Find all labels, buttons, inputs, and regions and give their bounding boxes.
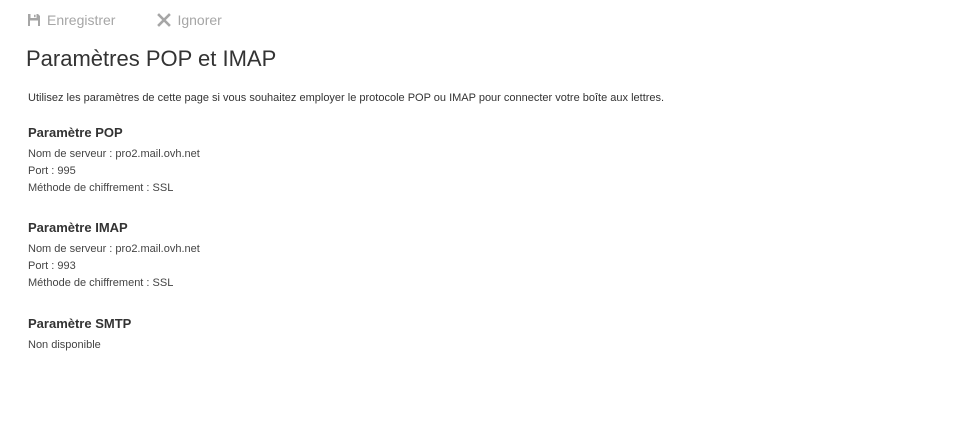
imap-heading: Paramètre IMAP (28, 220, 128, 235)
page-title: Paramètres POP et IMAP (26, 46, 277, 71)
pop-encryption: Méthode de chiffrement : SSL (28, 182, 174, 194)
ignore-button-label: Ignorer (177, 12, 222, 28)
pop-section: Paramètre POP Nom de serveur : pro2.mail… (28, 125, 200, 197)
intro-text: Utilisez les paramètres de cette page si… (28, 92, 665, 104)
imap-encryption: Méthode de chiffrement : SSL (28, 277, 174, 289)
imap-server: Nom de serveur : pro2.mail.ovh.net (28, 243, 200, 255)
save-button-label: Enregistrer (47, 12, 116, 28)
toolbar: Enregistrer Ignorer (27, 10, 264, 30)
save-button[interactable]: Enregistrer (27, 12, 115, 28)
pop-port: Port : 995 (28, 165, 76, 177)
imap-port: Port : 993 (28, 260, 76, 272)
smtp-section: Paramètre SMTP Non disponible (28, 316, 131, 354)
smtp-heading: Paramètre SMTP (28, 316, 132, 331)
close-icon (157, 13, 172, 27)
ignore-button[interactable]: Ignorer (157, 12, 222, 28)
smtp-status: Non disponible (28, 339, 101, 351)
imap-section: Paramètre IMAP Nom de serveur : pro2.mai… (28, 220, 200, 292)
pop-heading: Paramètre POP (28, 125, 123, 140)
pop-server: Nom de serveur : pro2.mail.ovh.net (28, 148, 200, 160)
floppy-disk-icon (27, 13, 41, 27)
